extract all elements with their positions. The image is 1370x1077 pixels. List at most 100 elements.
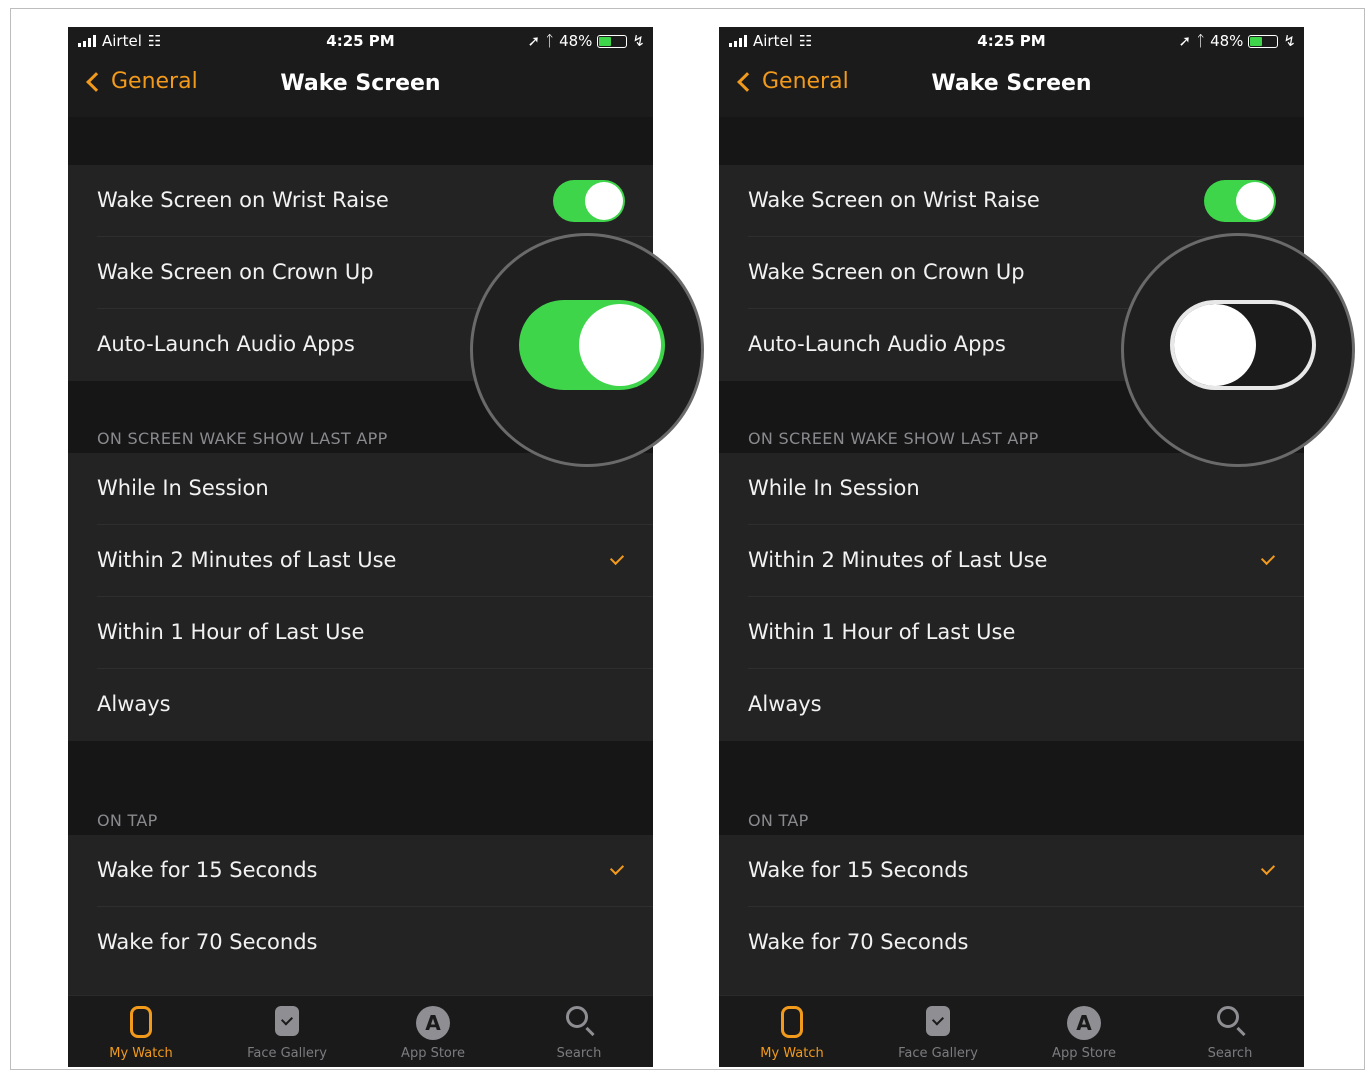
tab-my-watch[interactable]: My Watch [68, 996, 214, 1067]
tab-my-watch[interactable]: My Watch [719, 996, 865, 1067]
option-row[interactable]: Wake for 70 Seconds [719, 907, 1304, 979]
checkmark-icon [609, 860, 625, 876]
page-title: Wake Screen [931, 71, 1092, 96]
wrist-raise-label: Wake Screen on Wrist Raise [97, 188, 389, 212]
option-row[interactable]: Always [68, 669, 653, 741]
status-right: ➚ ᛏ 48% ↯ [1178, 32, 1296, 50]
toggle-knob [579, 304, 661, 386]
status-right: ➚ ᛏ 48% ↯ [527, 32, 645, 50]
search-icon [566, 1006, 588, 1028]
face-gallery-icon [275, 1006, 299, 1036]
face-gallery-icon [926, 1006, 950, 1036]
navigation-bar: General Wake Screen [68, 57, 653, 117]
section-header-area: ON TAP [68, 741, 653, 835]
tab-label: Face Gallery [898, 1046, 978, 1061]
tab-search[interactable]: Search [506, 996, 652, 1067]
last-app-group: While In Session Within 2 Minutes of Las… [719, 453, 1304, 741]
crown-up-label: Wake Screen on Crown Up [748, 260, 1025, 284]
tab-bar: My Watch Face Gallery A App Store Search [719, 995, 1304, 1067]
tab-label: Search [556, 1046, 602, 1061]
audio-apps-toggle-magnified[interactable] [519, 300, 665, 390]
wrist-raise-label: Wake Screen on Wrist Raise [748, 188, 1040, 212]
wrist-raise-row: Wake Screen on Wrist Raise [719, 165, 1304, 237]
crown-up-label: Wake Screen on Crown Up [97, 260, 374, 284]
status-bar: Airtel ☷ 4:25 PM ➚ ᛏ 48% ↯ [68, 27, 653, 57]
app-store-icon: A [1067, 1006, 1101, 1040]
tab-label: My Watch [760, 1046, 824, 1061]
navigation-bar: General Wake Screen [719, 57, 1304, 117]
tab-bar: My Watch Face Gallery A App Store Search [68, 995, 653, 1067]
status-bar: Airtel ☷ 4:25 PM ➚ ᛏ 48% ↯ [719, 27, 1304, 57]
audio-apps-toggle-magnified[interactable] [1170, 300, 1316, 390]
option-label: While In Session [748, 476, 920, 500]
option-label: Wake for 70 Seconds [748, 930, 969, 954]
tab-app-store[interactable]: A App Store [1011, 996, 1157, 1067]
tab-label: Search [1207, 1046, 1253, 1061]
option-row[interactable]: Wake for 70 Seconds [68, 907, 653, 979]
location-icon: ➚ [527, 32, 541, 50]
wrist-raise-toggle[interactable] [1204, 180, 1276, 222]
option-label: Wake for 15 Seconds [748, 858, 969, 882]
audio-apps-label: Auto-Launch Audio Apps [748, 332, 1006, 356]
battery-icon [1248, 34, 1279, 48]
wrist-raise-row: Wake Screen on Wrist Raise [68, 165, 653, 237]
tab-label: App Store [401, 1046, 465, 1061]
magnified-toggle-callout-left [470, 233, 704, 467]
bluetooth-icon: ᛏ [545, 32, 555, 50]
tab-face-gallery[interactable]: Face Gallery [865, 996, 1011, 1067]
on-tap-group: Wake for 15 Seconds Wake for 70 Seconds [719, 835, 1304, 995]
watch-icon [130, 1006, 152, 1038]
option-label: While In Session [97, 476, 269, 500]
option-label: Within 1 Hour of Last Use [748, 620, 1016, 644]
section-spacer [68, 117, 653, 165]
battery-percent: 48% [1210, 32, 1244, 50]
phone-screen-right: Airtel ☷ 4:25 PM ➚ ᛏ 48% ↯ General Wake … [719, 27, 1304, 1067]
tab-search[interactable]: Search [1157, 996, 1303, 1067]
option-label: Within 2 Minutes of Last Use [97, 548, 397, 572]
on-tap-group: Wake for 15 Seconds Wake for 70 Seconds [68, 835, 653, 995]
option-row[interactable]: Within 2 Minutes of Last Use [68, 525, 653, 597]
section-spacer [719, 117, 1304, 165]
battery-percent: 48% [559, 32, 593, 50]
location-icon: ➚ [1178, 32, 1192, 50]
option-label: Wake for 70 Seconds [97, 930, 318, 954]
toggle-knob [1174, 304, 1256, 386]
option-row[interactable]: Within 1 Hour of Last Use [719, 597, 1304, 669]
magnified-toggle-callout-right [1121, 233, 1355, 467]
option-label: Always [97, 692, 171, 716]
checkmark-icon [1260, 860, 1276, 876]
tab-app-store[interactable]: A App Store [360, 996, 506, 1067]
checkmark-icon [609, 550, 625, 566]
option-row[interactable]: Within 1 Hour of Last Use [68, 597, 653, 669]
option-label: Always [748, 692, 822, 716]
charging-icon: ↯ [632, 32, 645, 50]
section-header-on-tap: ON TAP [748, 811, 809, 830]
option-label: Wake for 15 Seconds [97, 858, 318, 882]
option-label: Within 2 Minutes of Last Use [748, 548, 1048, 572]
page-title: Wake Screen [280, 71, 441, 96]
toggle-knob [585, 182, 623, 220]
section-header-last-app: ON SCREEN WAKE SHOW LAST APP [748, 429, 1039, 448]
option-row[interactable]: Always [719, 669, 1304, 741]
watch-icon [781, 1006, 803, 1038]
last-app-group: While In Session Within 2 Minutes of Las… [68, 453, 653, 741]
charging-icon: ↯ [1283, 32, 1296, 50]
section-header-last-app: ON SCREEN WAKE SHOW LAST APP [97, 429, 388, 448]
battery-icon [597, 34, 628, 48]
bluetooth-icon: ᛏ [1196, 32, 1206, 50]
option-row[interactable]: Wake for 15 Seconds [68, 835, 653, 907]
toggle-knob [1236, 182, 1274, 220]
tab-label: My Watch [109, 1046, 173, 1061]
tab-label: App Store [1052, 1046, 1116, 1061]
option-row[interactable]: Wake for 15 Seconds [719, 835, 1304, 907]
checkmark-icon [1260, 550, 1276, 566]
audio-apps-label: Auto-Launch Audio Apps [97, 332, 355, 356]
option-row[interactable]: Within 2 Minutes of Last Use [719, 525, 1304, 597]
section-header-on-tap: ON TAP [97, 811, 158, 830]
tab-face-gallery[interactable]: Face Gallery [214, 996, 360, 1067]
search-icon [1217, 1006, 1239, 1028]
app-store-icon: A [416, 1006, 450, 1040]
wrist-raise-toggle[interactable] [553, 180, 625, 222]
phone-screen-left: Airtel ☷ 4:25 PM ➚ ᛏ 48% ↯ General Wake … [68, 27, 653, 1067]
option-label: Within 1 Hour of Last Use [97, 620, 365, 644]
